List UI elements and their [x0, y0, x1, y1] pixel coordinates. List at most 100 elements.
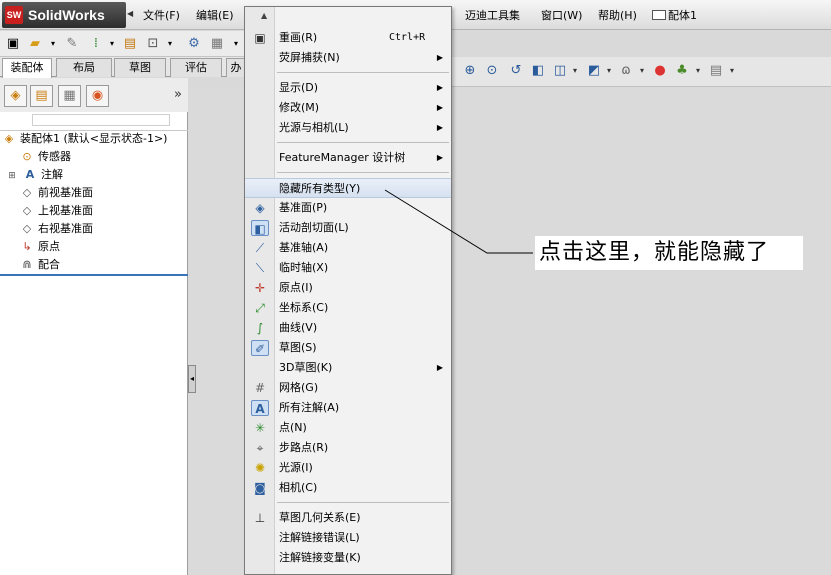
- dimxpert-tab-icon[interactable]: ◉: [86, 85, 109, 107]
- view-orientation-dropdown-icon[interactable]: ▾: [567, 63, 583, 79]
- featuremanager-panel: ◈ ▤ ▦ ◉ » ◈ 装配体1 (默认<显示状态-1>) ⊙ 传感器 ⊞ A 注解 ◇…: [0, 78, 188, 575]
- more-tabs-chevron-icon[interactable]: »: [174, 87, 182, 102]
- menu-item-featuremanager-tree[interactable]: FeatureManager 设计树 ▶: [245, 148, 451, 168]
- menu-file[interactable]: 文件(F): [143, 7, 180, 23]
- menu-item-origins[interactable]: ✛ 原点(I): [245, 278, 451, 298]
- menu-item-hide-all-types[interactable]: 隐藏所有类型(Y): [245, 178, 451, 198]
- file-properties-icon[interactable]: ▤: [122, 36, 138, 52]
- display-style-dropdown-icon[interactable]: ▾: [601, 63, 617, 79]
- tab-evaluate[interactable]: 评估: [170, 58, 222, 77]
- menu-item-label: 所有注解(A): [279, 401, 340, 414]
- menu-item-grid[interactable]: # 网格(G): [245, 378, 451, 398]
- zoom-to-area-icon[interactable]: ⊙: [484, 63, 500, 79]
- callout-annotation-text: 点击这里，就能隐藏了: [535, 236, 803, 270]
- route-point-icon: ⌖: [256, 441, 264, 455]
- zoom-to-fit-icon[interactable]: ⊕: [462, 63, 478, 79]
- menu-item-planes[interactable]: ◈ 基准面(P): [245, 198, 451, 218]
- menu-item-annotation-link-variables[interactable]: 注解链接变量(K): [245, 548, 451, 568]
- menu-item-lights-cameras[interactable]: 光源与相机(L) ▶: [245, 118, 451, 138]
- menu-item-live-section-planes[interactable]: ◧ 活动剖切面(L): [245, 218, 451, 238]
- display-style-icon[interactable]: ◩: [586, 63, 602, 79]
- menu-item-route-points[interactable]: ⌖ 步路点(R): [245, 438, 451, 458]
- tree-item-right-plane[interactable]: ◇ 右视基准面: [20, 220, 93, 237]
- menu-item-coordinate-systems[interactable]: ⤢ 坐标系(C): [245, 298, 451, 318]
- submenu-arrow-icon: ▶: [436, 363, 443, 372]
- menu-item-sketches[interactable]: ✐ 草图(S): [245, 338, 451, 358]
- menu-item-modify[interactable]: 修改(M) ▶: [245, 98, 451, 118]
- menu-item-points[interactable]: ✳ 点(N): [245, 418, 451, 438]
- menu-item-lights[interactable]: ✺ 光源(I): [245, 458, 451, 478]
- menu-window[interactable]: 窗口(W): [541, 7, 582, 23]
- options-icon[interactable]: ⊡: [145, 36, 161, 52]
- point-icon: ✳: [254, 421, 266, 435]
- menu-item-redraw[interactable]: ▣ 重画(R) Ctrl+R: [245, 28, 451, 48]
- tree-item-label: 注解: [41, 168, 63, 181]
- propertymanager-tab-icon[interactable]: ▤: [30, 85, 53, 107]
- tree-root-assembly[interactable]: ◈ 装配体1 (默认<显示状态-1>): [2, 130, 168, 147]
- menu-item-label: 3D草图(K): [279, 361, 333, 374]
- axis-icon: ⟋: [255, 241, 265, 255]
- tree-filter-input[interactable]: [32, 114, 170, 126]
- tree-item-annotations[interactable]: ⊞ A 注解: [5, 166, 63, 183]
- view-settings-icon[interactable]: ▤: [708, 63, 724, 79]
- menu-item-temporary-axes[interactable]: ⟍ 临时轴(X): [245, 258, 451, 278]
- tree-item-sensors[interactable]: ⊙ 传感器: [20, 148, 71, 165]
- tree-item-mates[interactable]: ⋒ 配合: [20, 256, 60, 273]
- view-orientation-icon[interactable]: ◫: [552, 63, 568, 79]
- tab-sketch[interactable]: 草图: [114, 58, 166, 77]
- menu-item-screen-capture[interactable]: 荧屏捕获(N) ▶: [245, 48, 451, 68]
- menu-item-axes[interactable]: ⟋ 基准轴(A): [245, 238, 451, 258]
- menu-maidi-tools[interactable]: 迈迪工具集: [465, 7, 520, 23]
- assembly-icon: ◈: [4, 132, 14, 145]
- tab-assembly[interactable]: 装配体: [2, 58, 52, 78]
- tree-item-top-plane[interactable]: ◇ 上视基准面: [20, 202, 93, 219]
- plane-icon: ◇: [22, 222, 32, 235]
- command-manager-tabs: 装配体 布局 草图 评估 办: [0, 57, 246, 78]
- menu-edit[interactable]: 编辑(E): [196, 7, 234, 23]
- featuremanager-tab-icon[interactable]: ◈: [4, 85, 27, 107]
- menu-item-label: 注解链接变量(K): [279, 551, 361, 564]
- apply-scene-icon[interactable]: ♣: [674, 63, 690, 79]
- expand-plus-icon[interactable]: ⊞: [5, 168, 19, 185]
- view-toolbar-icon[interactable]: ▦: [209, 36, 225, 52]
- panel-splitter-handle[interactable]: ◂: [188, 365, 196, 393]
- menu-scroll-up-icon[interactable]: ▲: [245, 7, 451, 25]
- gear-icon[interactable]: ⚙: [186, 36, 202, 52]
- open-folder-icon[interactable]: ▰: [27, 36, 43, 52]
- document-title: 配体1: [652, 7, 697, 23]
- tree-item-label: 传感器: [38, 150, 71, 163]
- tree-item-label: 配合: [38, 258, 60, 271]
- options-dropdown-icon[interactable]: ▾: [162, 36, 178, 52]
- apply-scene-dropdown-icon[interactable]: ▾: [690, 63, 706, 79]
- tree-item-origin[interactable]: ↳ 原点: [20, 238, 60, 255]
- open-dropdown-icon[interactable]: ▾: [45, 36, 61, 52]
- solidworks-logo[interactable]: SW SolidWorks: [2, 2, 126, 28]
- new-document-icon[interactable]: ▣: [5, 36, 21, 52]
- view-settings-dropdown-icon[interactable]: ▾: [724, 63, 740, 79]
- hide-show-dropdown-icon[interactable]: ▾: [634, 63, 650, 79]
- tab-office[interactable]: 办: [226, 58, 246, 77]
- hide-show-items-icon[interactable]: ɷ: [618, 63, 634, 79]
- menu-item-all-annotations[interactable]: A 所有注解(A): [245, 398, 451, 418]
- view-toolbar-dropdown-icon[interactable]: ▾: [228, 36, 244, 52]
- menu-item-annotation-link-errors[interactable]: 注解链接错误(L): [245, 528, 451, 548]
- menu-collapse-arrow-icon[interactable]: ◀: [127, 9, 133, 18]
- menu-help[interactable]: 帮助(H): [598, 7, 637, 23]
- rebuild-dropdown-icon[interactable]: ▾: [104, 36, 120, 52]
- rebuild-icon[interactable]: ⁞: [88, 36, 104, 52]
- configurationmanager-tab-icon[interactable]: ▦: [58, 85, 81, 107]
- edit-appearance-icon[interactable]: ●: [652, 63, 668, 79]
- menu-item-sketch-relations[interactable]: ⊥ 草图几何关系(E): [245, 508, 451, 528]
- tree-item-front-plane[interactable]: ◇ 前视基准面: [20, 184, 93, 201]
- menu-item-3d-sketches[interactable]: 3D草图(K) ▶: [245, 358, 451, 378]
- menu-item-curves[interactable]: ∫ 曲线(V): [245, 318, 451, 338]
- paperclip-icon[interactable]: ✎: [64, 36, 80, 52]
- view-menu-dropdown: ▲ ▣ 重画(R) Ctrl+R 荧屏捕获(N) ▶ 显示(D) ▶ 修改(M)…: [244, 6, 452, 575]
- tree-root-label: 装配体1 (默认<显示状态-1>): [20, 132, 168, 145]
- section-view-icon[interactable]: ◧: [530, 63, 546, 79]
- menu-item-display[interactable]: 显示(D) ▶: [245, 78, 451, 98]
- previous-view-icon[interactable]: ↺: [508, 63, 524, 79]
- tab-layout[interactable]: 布局: [56, 58, 112, 77]
- menu-item-label: 活动剖切面(L): [279, 221, 349, 234]
- menu-item-cameras[interactable]: ◙ 相机(C): [245, 478, 451, 498]
